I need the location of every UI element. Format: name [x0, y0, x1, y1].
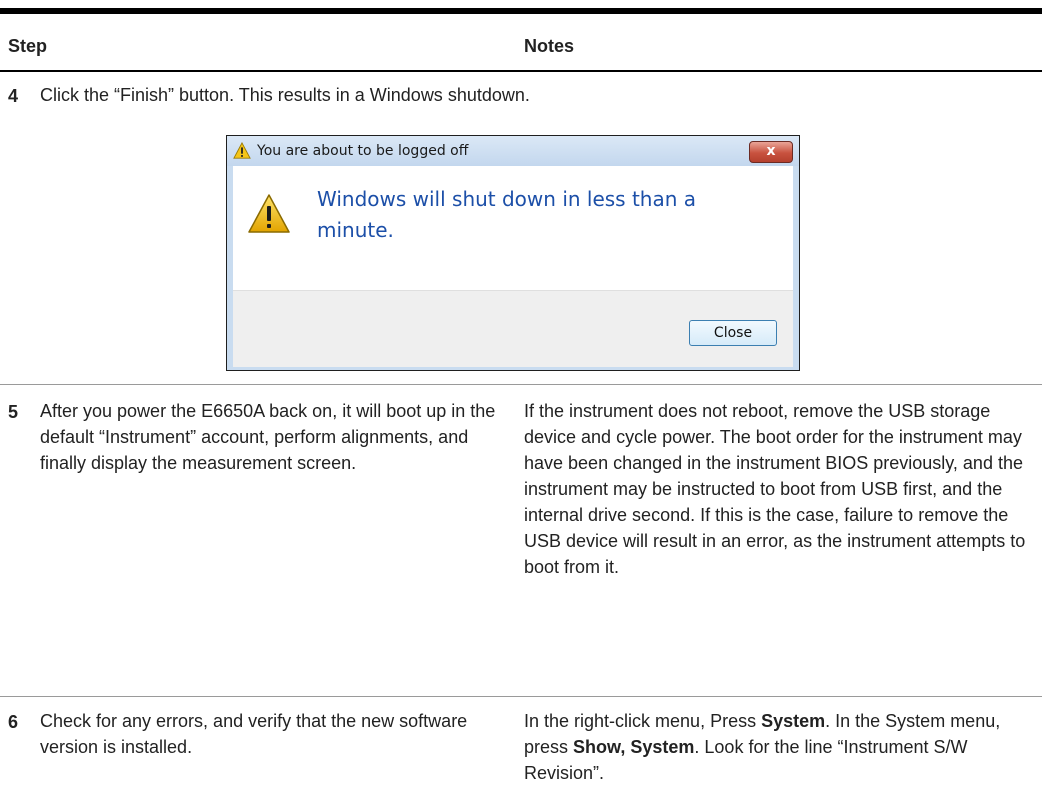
notes-text: If the instrument does not reboot, remov… — [524, 401, 1026, 577]
header-step: Step — [8, 36, 48, 56]
header-notes: Notes — [524, 36, 575, 56]
dialog-footer: Close — [233, 290, 793, 367]
header-rule — [0, 70, 1042, 72]
notes-text: In the right-click menu, Press System. I… — [524, 708, 1034, 786]
close-icon[interactable]: x — [749, 141, 793, 163]
step-number: 6 — [8, 712, 19, 732]
step-text: After you power the E6650A back on, it w… — [40, 401, 496, 473]
dialog-title: You are about to be logged off — [257, 143, 469, 159]
close-button[interactable]: Close — [689, 320, 777, 346]
keyword-show-system: Show, System — [573, 737, 695, 757]
dialog-titlebar: You are about to be logged off x — [227, 136, 799, 166]
dialog-message: Windows will shut down in less than a mi… — [317, 187, 697, 242]
notes-text-part: In the right-click menu, Press — [524, 711, 762, 731]
step-text: Click the “Finish” button. This results … — [40, 85, 530, 105]
row-divider — [0, 696, 1042, 697]
step-number: 4 — [8, 86, 19, 106]
top-rule — [0, 8, 1042, 14]
step-number: 5 — [8, 402, 19, 422]
row-divider — [0, 384, 1042, 385]
logoff-dialog: You are about to be logged off x Windows… — [226, 135, 800, 371]
step-text: Check for any errors, and verify that th… — [40, 711, 468, 757]
keyword-system: System — [761, 711, 826, 731]
warning-icon — [233, 142, 251, 159]
dialog-body: Windows will shut down in less than a mi… — [233, 166, 793, 290]
warning-icon — [248, 194, 290, 233]
